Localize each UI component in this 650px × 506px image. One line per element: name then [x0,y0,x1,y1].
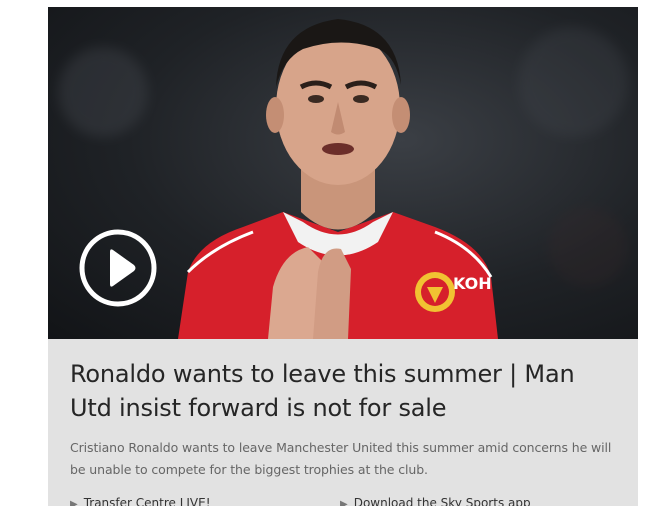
background-light [548,207,628,287]
play-circle-icon [79,229,157,307]
chevron-right-icon: ▶ [340,499,348,506]
related-link-transfer-centre[interactable]: ▶ Transfer Centre LIVE! [70,496,211,506]
related-link-label: Transfer Centre LIVE! [83,496,211,506]
article-card[interactable]: KOH Ronaldo wants to leave this summer |… [48,7,638,506]
article-text: Ronaldo wants to leave this summer | Man… [48,339,638,481]
related-links: ▶ Transfer Centre LIVE! ▶ Download the Sky… [70,496,630,506]
related-link-label: Download the Sky Sports app [353,496,531,506]
article-summary: Cristiano Ronaldo wants to leave Manches… [70,440,612,477]
player-photo: KOH [178,19,498,339]
chevron-right-icon: ▶ [70,499,78,506]
article-headline[interactable]: Ronaldo wants to leave this summer | Man… [70,357,616,425]
background-light [58,47,148,137]
background-light [518,27,628,137]
play-button[interactable] [78,228,158,308]
shirt-sponsor-text: KOH [453,274,492,293]
video-thumbnail[interactable]: KOH [48,7,638,339]
related-link-app[interactable]: ▶ Download the Sky Sports app [340,496,531,506]
